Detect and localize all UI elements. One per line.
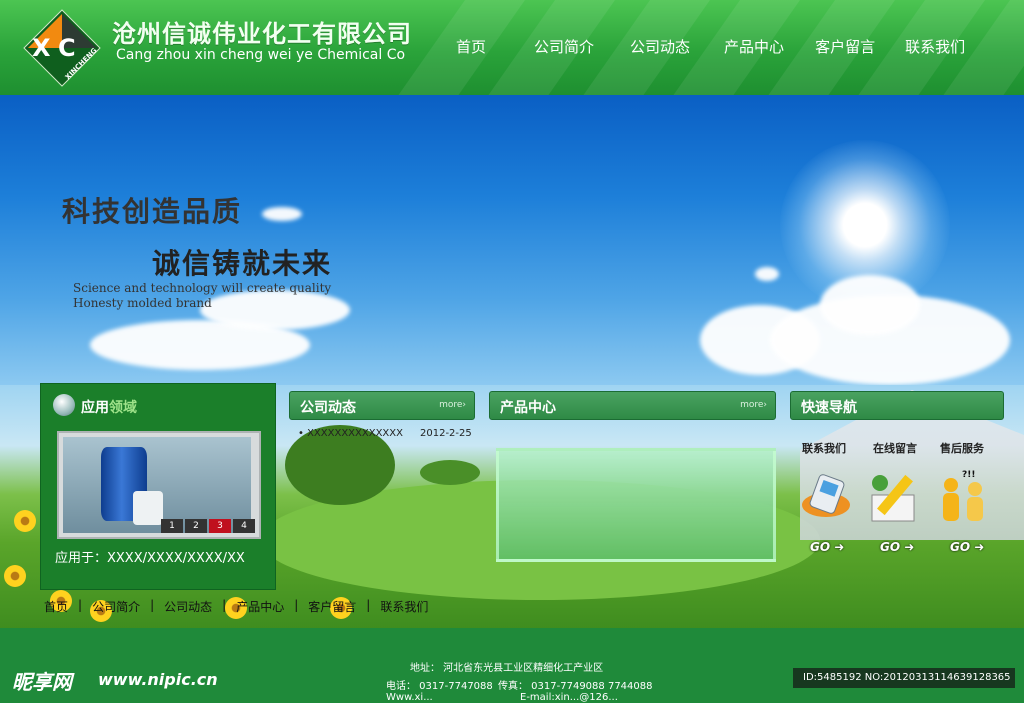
quicknav-message-label[interactable]: 在线留言 (873, 440, 917, 456)
svg-text:C: C (58, 34, 76, 62)
pager-button-3[interactable]: 3 (209, 519, 231, 533)
watermark-id: ID:5485192 NO:20120313114639128365 (793, 668, 1015, 688)
product-showcase-area[interactable] (496, 448, 776, 562)
bottom-nav-products[interactable]: 产品中心 (236, 598, 284, 615)
globe-icon (53, 394, 75, 416)
footer-fax: 传真： 0317-7749088 7744088 (498, 681, 653, 692)
news-item-date: 2012-2-25 (420, 428, 472, 439)
news-more-link[interactable]: more› (439, 400, 466, 410)
application-panel: 应用领域 1 2 3 4 应用于：XXXX/XXXX/XXXX/XX (40, 383, 276, 590)
pager-button-1[interactable]: 1 (161, 519, 183, 533)
quicknav-contact-label[interactable]: 联系我们 (802, 440, 846, 456)
footer-address: 地址： 河北省东光县工业区精细化工产业区 (410, 663, 604, 674)
quicknav-service-go[interactable]: GO ➜ (950, 540, 984, 554)
application-title: 应用领域 (81, 400, 137, 416)
products-title: 产品中心 (500, 400, 556, 416)
slogan-line-1: 科技创造品质 (62, 195, 243, 228)
company-name-en: Cang zhou xin cheng wei ye Chemical Co (116, 47, 406, 63)
news-title: 公司动态 (300, 400, 356, 416)
nav-news[interactable]: 公司动态 (630, 36, 690, 58)
nav-contact[interactable]: 联系我们 (905, 36, 965, 58)
news-panel-header: 公司动态 more› (289, 391, 475, 420)
nav-products[interactable]: 产品中心 (724, 36, 784, 58)
service-people-icon[interactable] (935, 465, 991, 527)
message-pencil-icon[interactable] (868, 465, 924, 527)
footer-phone: 电话： 0317-7747088 (386, 681, 493, 692)
company-logo-icon[interactable]: X C XINCHENG (22, 8, 102, 88)
quicknav-service-label[interactable]: 售后服务 (940, 440, 984, 456)
main-nav: 首页 公司简介 公司动态 产品中心 客户留言 联系我们 (430, 36, 965, 58)
bottom-nav-contact[interactable]: 联系我们 (380, 598, 428, 615)
phone-icon[interactable] (800, 465, 856, 527)
quicknav-title: 快速导航 (801, 400, 857, 416)
slogan-line-2: 诚信铸就未来 (152, 247, 333, 280)
svg-text:X: X (32, 34, 51, 62)
slideshow-pager: 1 2 3 4 (159, 519, 255, 533)
bottom-nav: 首页 | 公司简介 | 公司动态 | 产品中心 | 客户留言 | 联系我们 (44, 598, 429, 615)
nav-home[interactable]: 首页 (456, 36, 486, 58)
application-usage-text: 应用于：XXXX/XXXX/XXXX/XX (55, 551, 245, 566)
bottom-nav-messages[interactable]: 客户留言 (308, 598, 356, 615)
pager-button-2[interactable]: 2 (185, 519, 207, 533)
hero-banner: 科技创造品质 诚信铸就未来 Science and technology wil… (0, 95, 1024, 385)
pager-button-4[interactable]: 4 (233, 519, 255, 533)
slogan-en-line-2: Honesty molded brand (73, 296, 212, 310)
products-panel-header: 产品中心 more› (489, 391, 776, 420)
site-header: X C XINCHENG 沧州信诚伟业化工有限公司 Cang zhou xin … (0, 0, 1024, 95)
nav-messages[interactable]: 客户留言 (815, 36, 875, 58)
watermark-logo: 昵享网 (12, 670, 72, 694)
news-item-title[interactable]: • XXXXXXXXXXXXXX (298, 428, 403, 439)
quicknav-contact-go[interactable]: GO ➜ (810, 540, 844, 554)
product-slideshow[interactable]: 1 2 3 4 (57, 431, 261, 539)
products-more-link[interactable]: more› (740, 400, 767, 410)
bottom-nav-home[interactable]: 首页 (44, 598, 68, 615)
nav-about[interactable]: 公司简介 (534, 36, 594, 58)
bottom-nav-about[interactable]: 公司简介 (92, 598, 140, 615)
quicknav-message-go[interactable]: GO ➜ (880, 540, 914, 554)
quicknav-panel-header: 快速导航 (790, 391, 1004, 420)
watermark-url: www.nipic.cn (98, 670, 218, 689)
slogan-en-line-1: Science and technology will create quali… (73, 281, 332, 295)
company-name-cn: 沧州信诚伟业化工有限公司 (112, 20, 412, 48)
bottom-nav-news[interactable]: 公司动态 (164, 598, 212, 615)
